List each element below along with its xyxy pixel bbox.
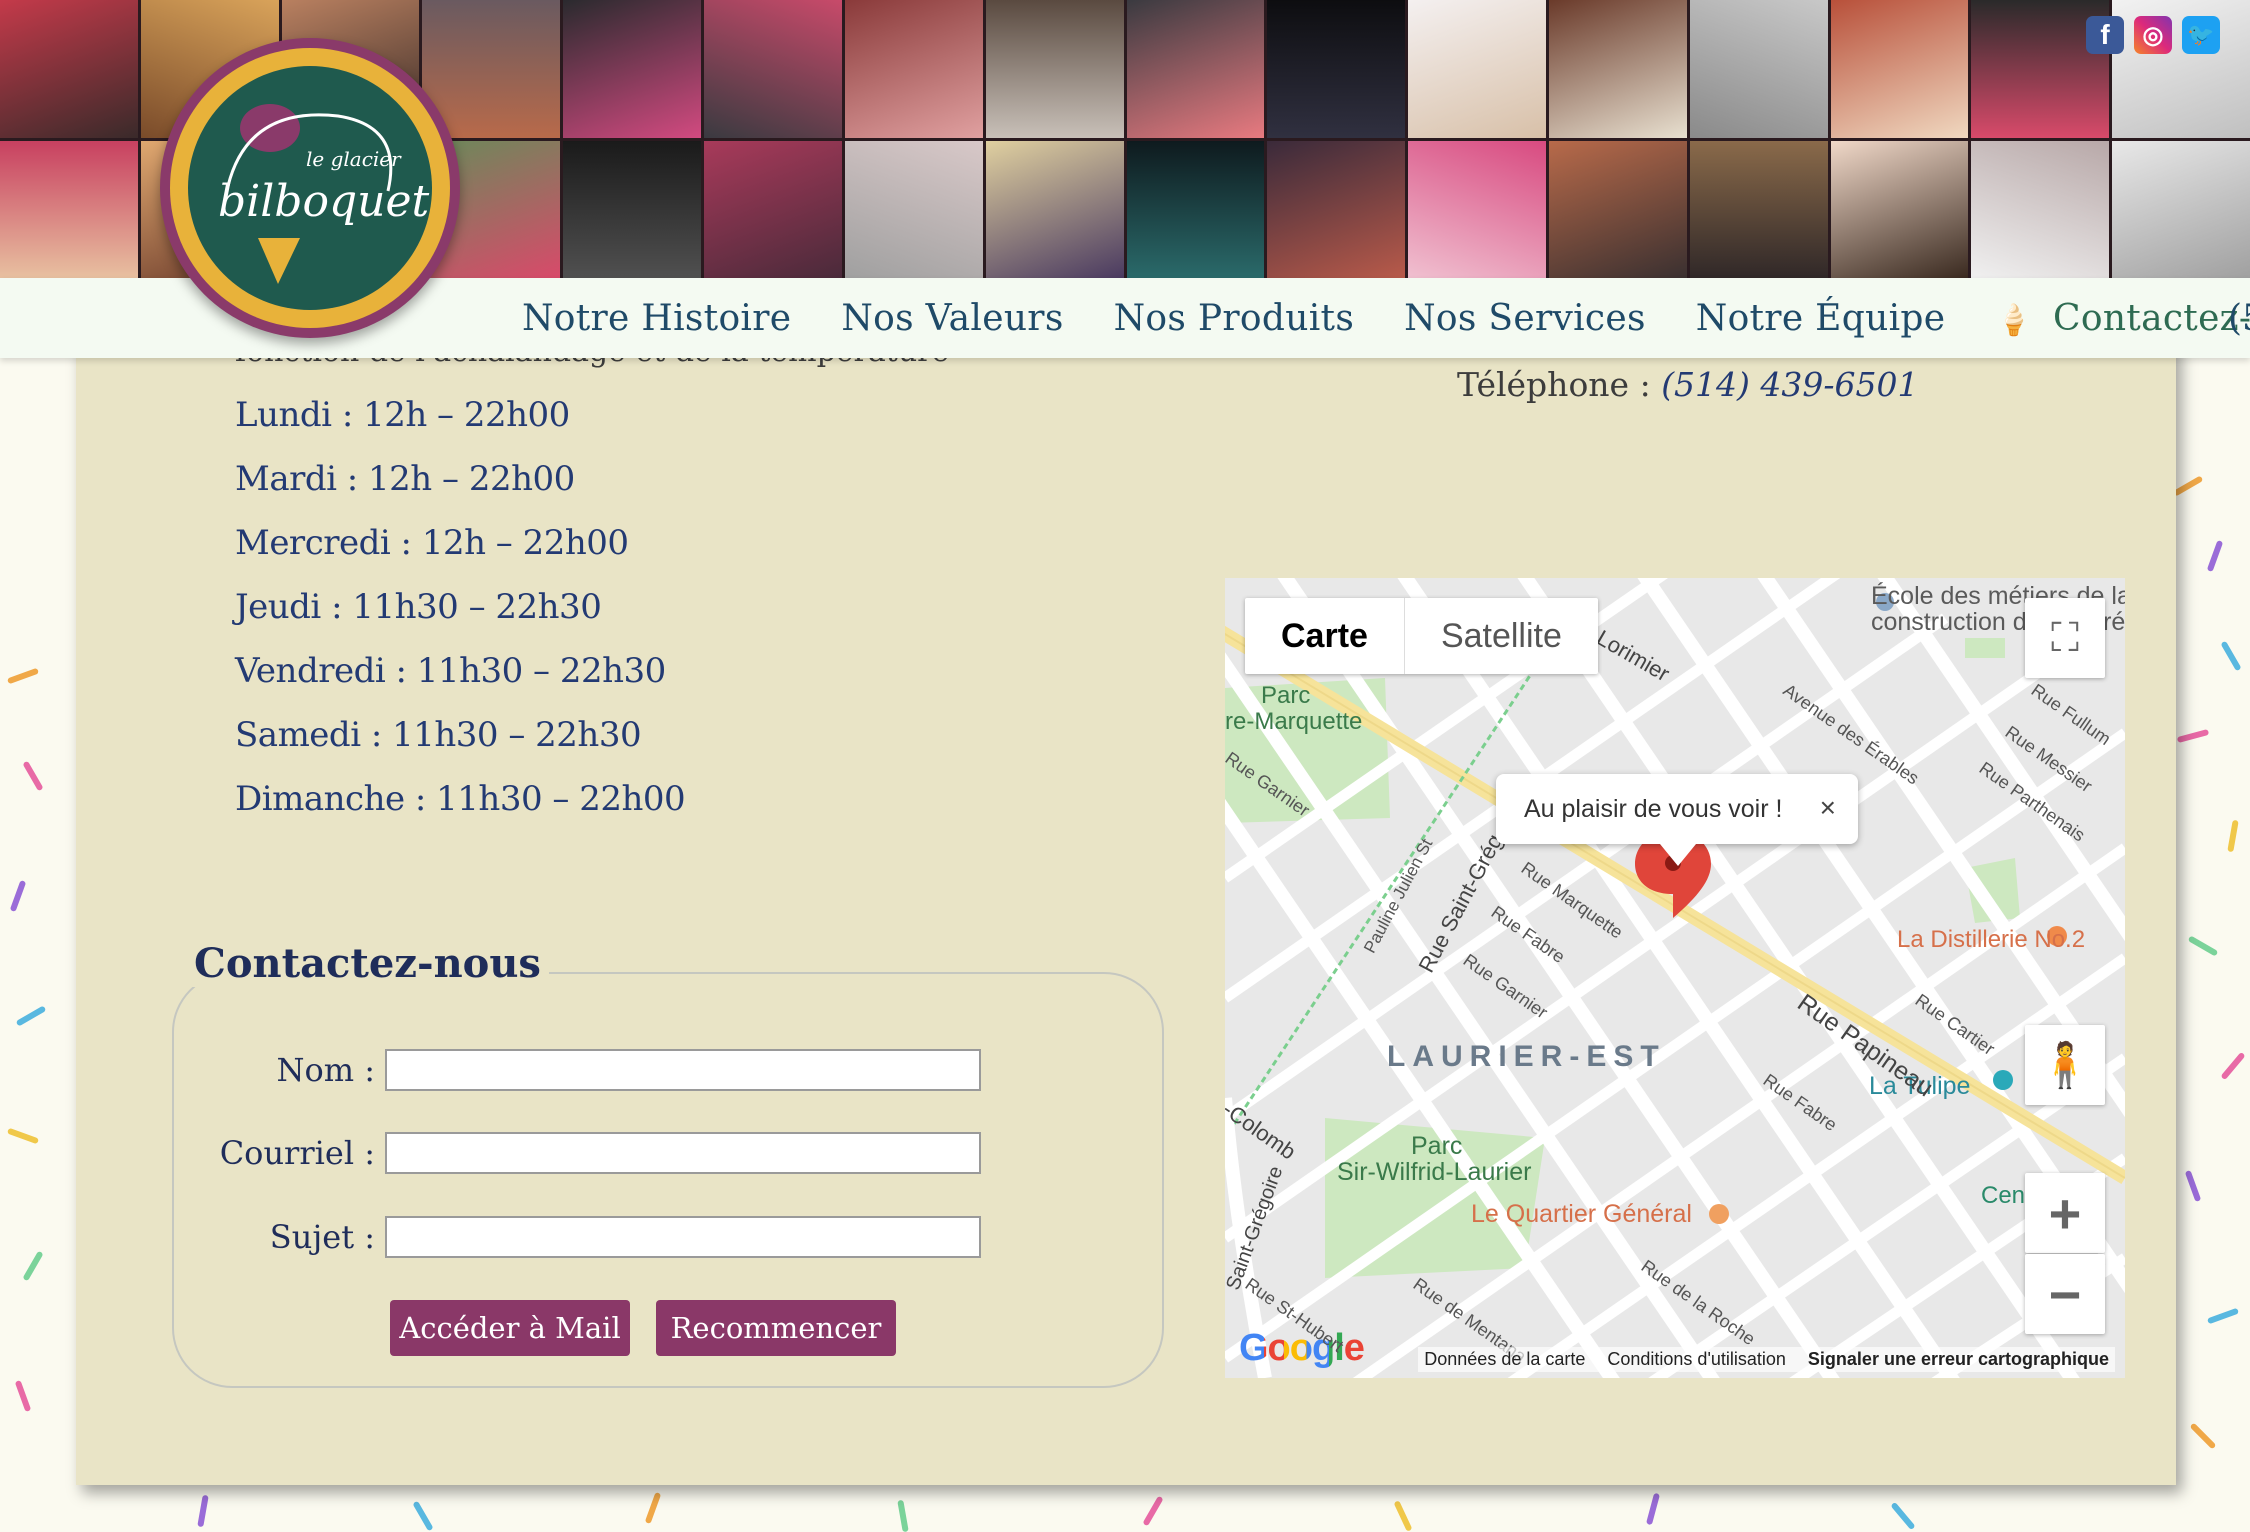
- map-label-parc-wl-2: Sir-Wilfrid-Laurier: [1337, 1158, 1532, 1186]
- twitter-icon[interactable]: 🐦: [2182, 16, 2220, 54]
- hours-thursday: Jeudi : 11h30 – 22h30: [235, 587, 602, 627]
- email-input[interactable]: [385, 1132, 981, 1174]
- zoom-in-button[interactable]: +: [2025, 1173, 2105, 1253]
- hours-sunday: Dimanche : 11h30 – 22h00: [235, 779, 686, 819]
- logo-tagline: le glacier: [306, 147, 402, 171]
- name-input[interactable]: [385, 1049, 981, 1091]
- nav-nos-produits[interactable]: Nos Produits: [1114, 298, 1354, 339]
- nav-overflow-text: (5: [2228, 297, 2250, 339]
- map-streets: [1225, 578, 2125, 1378]
- nav-contactez-nous[interactable]: 🍦 Contactez-nous: [1995, 298, 2250, 339]
- nav-notre-equipe[interactable]: Notre Équipe: [1696, 298, 1946, 339]
- map-label-parc-marquette-1: Parc: [1261, 682, 1311, 709]
- email-row: Courriel :: [175, 1132, 981, 1174]
- facebook-icon[interactable]: f: [2086, 16, 2124, 54]
- opening-hours-list: Lundi : 12h – 22h00 Mardi : 12h – 22h00 …: [235, 390, 686, 838]
- map-tab-carte[interactable]: Carte: [1245, 598, 1405, 674]
- phone-number-link[interactable]: (514) 439-6501: [1661, 365, 1918, 404]
- contact-form-legend: Contactez-nous: [186, 940, 549, 987]
- instagram-icon[interactable]: ◎: [2134, 16, 2172, 54]
- reset-button[interactable]: Recommencer: [656, 1300, 896, 1356]
- map-label-laurier-est: LAURIER-EST: [1387, 1040, 1666, 1073]
- phone-line: Téléphone : (514) 439-6501: [1457, 365, 1919, 404]
- name-label: Nom :: [276, 1051, 375, 1089]
- bilboquet-logo[interactable]: le glacier bilboquet: [160, 38, 460, 338]
- street-view-pegman-icon[interactable]: 🧍: [2025, 1025, 2105, 1105]
- map-tab-satellite[interactable]: Satellite: [1405, 598, 1598, 674]
- logo-wordmark: bilboquet: [218, 176, 430, 227]
- hours-friday: Vendredi : 11h30 – 22h30: [235, 651, 666, 691]
- social-links: f ◎ 🐦: [2086, 16, 2220, 54]
- hours-tuesday: Mardi : 12h – 22h00: [235, 459, 575, 499]
- open-mail-button[interactable]: Accéder à Mail: [390, 1300, 630, 1356]
- google-map[interactable]: Carte Satellite ⛶ 🧍 + − Au plaisir de vo…: [1225, 578, 2125, 1378]
- nav-notre-histoire[interactable]: Notre Histoire: [522, 298, 791, 339]
- info-window-close-icon[interactable]: ×: [1820, 792, 1836, 824]
- nav-contact-label: Contactez-nous: [2053, 297, 2250, 339]
- map-terms-link[interactable]: Conditions d'utilisation: [1607, 1349, 1786, 1370]
- map-report-link[interactable]: Signaler une erreur cartographique: [1808, 1349, 2109, 1370]
- email-label: Courriel :: [219, 1134, 375, 1172]
- map-label-parc-wl-1: Parc: [1411, 1132, 1463, 1160]
- subject-input[interactable]: [385, 1216, 981, 1258]
- map-label-parc-marquette-2: re-Marquette: [1225, 708, 1363, 735]
- nav-nos-valeurs[interactable]: Nos Valeurs: [841, 298, 1063, 339]
- subject-row: Sujet :: [175, 1216, 981, 1258]
- zoom-out-button[interactable]: −: [2025, 1254, 2105, 1334]
- map-data-link[interactable]: Données de la carte: [1424, 1349, 1585, 1370]
- map-label-cen: Cen: [1981, 1182, 2026, 1209]
- info-window-text: Au plaisir de vous voir !: [1524, 794, 1783, 823]
- map-type-toggle: Carte Satellite: [1245, 598, 1598, 674]
- phone-label: Téléphone :: [1457, 365, 1662, 404]
- ice-cream-cone-icon: 🍦: [1995, 302, 2033, 338]
- main-nav: Notre Histoire Nos Valeurs Nos Produits …: [522, 278, 2250, 358]
- hours-saturday: Samedi : 11h30 – 22h30: [235, 715, 642, 755]
- hours-wednesday: Mercredi : 12h – 22h00: [235, 523, 629, 563]
- name-row: Nom :: [175, 1049, 981, 1091]
- subject-label: Sujet :: [269, 1218, 375, 1256]
- fullscreen-icon[interactable]: ⛶: [2025, 598, 2105, 678]
- hours-monday: Lundi : 12h – 22h00: [235, 395, 570, 435]
- map-label-quartier-general: Le Quartier Général: [1471, 1200, 1692, 1228]
- map-label-distillerie: La Distillerie No.2: [1897, 926, 2086, 953]
- map-footer: Données de la carte Conditions d'utilisa…: [1225, 1338, 2125, 1378]
- map-info-window: Au plaisir de vous voir ! ×: [1496, 774, 1858, 866]
- logo-artwork: le glacier bilboquet: [218, 104, 430, 284]
- nav-nos-services[interactable]: Nos Services: [1404, 298, 1646, 339]
